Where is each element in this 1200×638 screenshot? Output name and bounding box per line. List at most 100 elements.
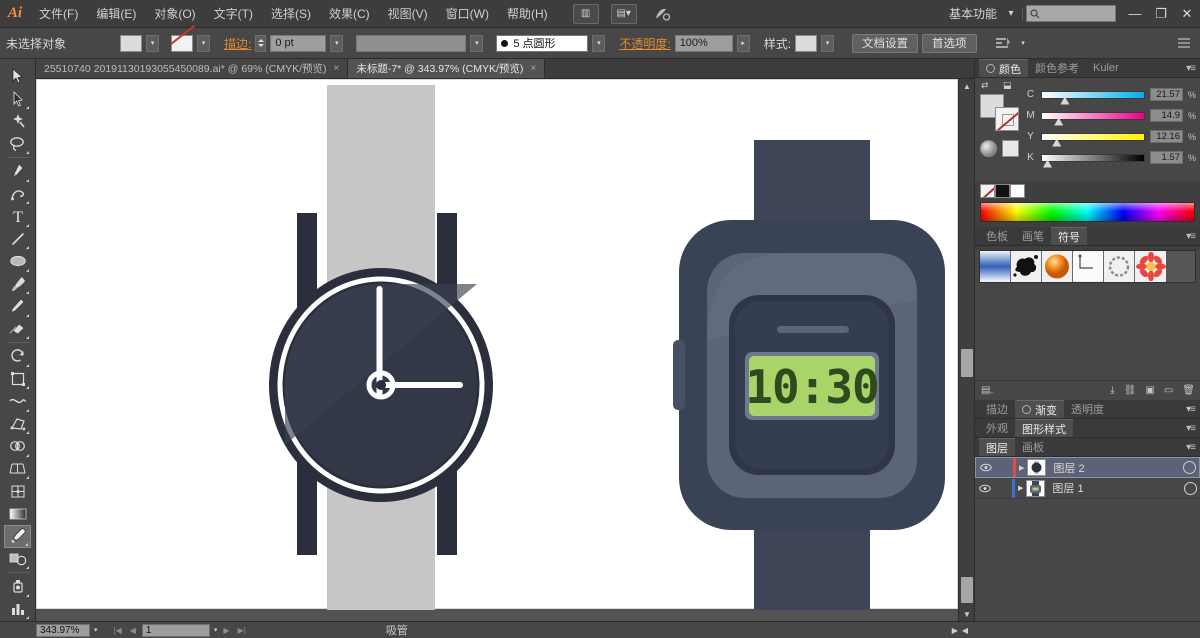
opacity-field[interactable]: 100% (674, 34, 733, 52)
panel-collapse-icon[interactable] (1174, 34, 1194, 52)
fill-dropdown-icon[interactable]: ▾ (146, 34, 159, 52)
arrange-documents-icon[interactable]: ▤▾ (610, 3, 637, 24)
brush-dropdown-icon[interactable]: ▾ (592, 34, 606, 52)
delete-symbol-icon[interactable]: 🗑 (1182, 385, 1195, 396)
canvas-vertical-scrollbar[interactable]: ▲ ▼ (958, 79, 974, 621)
slider-k-track[interactable] (1041, 153, 1145, 168)
canvas-area[interactable]: 10:30 (36, 79, 974, 621)
tab-gradient[interactable]: 渐变 (1015, 400, 1064, 418)
document-tab-1-close-icon[interactable]: × (334, 63, 340, 74)
tab-appearance[interactable]: 外观 (979, 419, 1015, 437)
tab-color-guide[interactable]: 颜色参考 (1028, 59, 1086, 77)
black-color-icon[interactable] (995, 184, 1010, 198)
search-input[interactable] (1026, 5, 1116, 22)
tab-swatches[interactable]: 色板 (979, 227, 1015, 245)
symbol-blue-gradient[interactable] (980, 251, 1011, 282)
menu-help[interactable]: 帮助(H) (498, 0, 557, 28)
digital-watch-illustration[interactable]: 10:30 (667, 140, 957, 610)
place-symbol-icon[interactable]: ⤓ (1110, 385, 1114, 396)
layer-row-1[interactable]: ▶ 图层 1 (975, 478, 1200, 499)
stroke-dropdown-icon[interactable]: ▾ (197, 34, 210, 52)
tool-line-segment[interactable] (4, 228, 31, 251)
stroke-weight-label[interactable]: 描边: (224, 35, 251, 52)
tab-graphic-styles[interactable]: 图形样式 (1015, 419, 1073, 437)
layer-1-name[interactable]: 图层 1 (1048, 480, 1181, 496)
tool-scale[interactable] (4, 368, 31, 391)
tab-symbols[interactable]: 符号 (1051, 227, 1087, 245)
stroke-panel-menu-icon[interactable]: ▾≡ (1186, 404, 1200, 415)
bridge-icon[interactable]: ▥ (572, 3, 599, 24)
tool-blend[interactable] (4, 548, 31, 571)
symbol-red-flower[interactable] (1135, 251, 1166, 282)
symbol-ink-splat[interactable] (1011, 251, 1042, 282)
scroll-up-icon[interactable]: ▲ (959, 79, 975, 93)
layer-1-target-icon[interactable] (1184, 481, 1197, 495)
minimize-button[interactable]: — (1122, 0, 1148, 28)
tool-magic-wand[interactable] (4, 110, 31, 133)
symbol-orange-sphere[interactable] (1042, 251, 1073, 282)
symbols-panel-menu-icon[interactable]: ▾≡ (1186, 231, 1200, 242)
break-link-icon[interactable]: ⛓ (1124, 385, 1137, 396)
slider-c[interactable]: C 21.57 % (1025, 84, 1196, 105)
last-artboard-button[interactable]: ▶| (236, 626, 248, 635)
workspace-switcher[interactable]: 基本功能 (943, 5, 1003, 22)
tab-brushes[interactable]: 画笔 (1015, 227, 1051, 245)
tab-layers[interactable]: 图层 (979, 438, 1015, 456)
document-setup-button[interactable]: 文档设置 (852, 33, 919, 53)
gradient-button-icon[interactable] (980, 140, 997, 157)
tab-artboards[interactable]: 画板 (1015, 438, 1051, 456)
tool-pen[interactable] (4, 160, 31, 183)
stock-icon[interactable] (649, 4, 675, 24)
slider-y[interactable]: Y 12.16 % (1025, 126, 1196, 147)
document-tab-2[interactable]: 未标题-7* @ 343.97% (CMYK/预览) × (348, 59, 546, 78)
slider-m[interactable]: M 14.9 % (1025, 105, 1196, 126)
menu-effect[interactable]: 效果(C) (320, 0, 379, 28)
brush-definition-field[interactable]: 5 点圆形 (496, 34, 589, 52)
artboard-number-field[interactable]: 1 (141, 623, 210, 637)
tool-paintbrush[interactable] (4, 273, 31, 296)
tool-rotate[interactable] (4, 345, 31, 368)
tab-transparency[interactable]: 透明度 (1064, 400, 1111, 418)
align-dropdown-icon[interactable]: ▾ (1017, 35, 1030, 52)
stroke-profile-dropdown-icon[interactable]: ▾ (470, 34, 484, 52)
preferences-button[interactable]: 首选项 (922, 33, 977, 53)
prev-artboard-button[interactable]: ◀ (128, 626, 138, 635)
current-tool-label[interactable]: 吸管 (386, 622, 408, 638)
stroke-weight-field[interactable]: 0 pt (270, 34, 327, 52)
first-artboard-button[interactable]: |◀ (112, 626, 124, 635)
align-icon[interactable] (993, 34, 1013, 52)
scroll-down-icon[interactable]: ▼ (959, 607, 975, 621)
next-artboard-button[interactable]: ▶ (221, 626, 231, 635)
menu-view[interactable]: 视图(V) (379, 0, 437, 28)
color-panel-menu-icon[interactable]: ▾≡ (1186, 63, 1200, 74)
tool-width[interactable] (4, 390, 31, 413)
status-expand-icon[interactable]: ▶ (952, 626, 958, 635)
symbol-libraries-icon[interactable]: ▤. (981, 385, 993, 396)
menu-object[interactable]: 对象(O) (145, 0, 204, 28)
color-spectrum-bar[interactable] (980, 202, 1195, 222)
restore-button[interactable]: ❐ (1148, 0, 1174, 28)
artboard[interactable]: 10:30 (36, 79, 958, 610)
chevron-down-icon[interactable]: ▾ (1005, 4, 1017, 24)
menu-select[interactable]: 选择(S) (262, 0, 320, 28)
white-color-icon[interactable] (1010, 184, 1025, 198)
graphic-style-swatch[interactable] (795, 34, 818, 52)
tool-selection[interactable] (4, 65, 31, 88)
tab-color[interactable]: 颜色 (979, 59, 1028, 77)
tool-curvature[interactable] (4, 183, 31, 206)
tab-kuler[interactable]: Kuler (1086, 59, 1126, 77)
slider-k[interactable]: K 1.57 % (1025, 147, 1196, 168)
tool-gradient[interactable] (4, 503, 31, 526)
style-dropdown-icon[interactable]: ▾ (821, 34, 835, 52)
symbol-ring-wreath[interactable] (1104, 251, 1135, 282)
stroke-weight-dropdown-icon[interactable]: ▾ (330, 34, 344, 52)
tool-column-graph[interactable] (4, 598, 31, 621)
stroke-color-swatch[interactable] (171, 34, 193, 52)
menu-file[interactable]: 文件(F) (30, 0, 87, 28)
layers-panel-menu-icon[interactable]: ▾≡ (1186, 442, 1200, 453)
tool-symbol-sprayer[interactable] (4, 575, 31, 598)
tool-lasso[interactable] (4, 133, 31, 156)
tool-shape-builder[interactable] (4, 435, 31, 458)
close-button[interactable]: ✕ (1174, 0, 1200, 28)
tool-perspective-grid[interactable] (4, 458, 31, 481)
